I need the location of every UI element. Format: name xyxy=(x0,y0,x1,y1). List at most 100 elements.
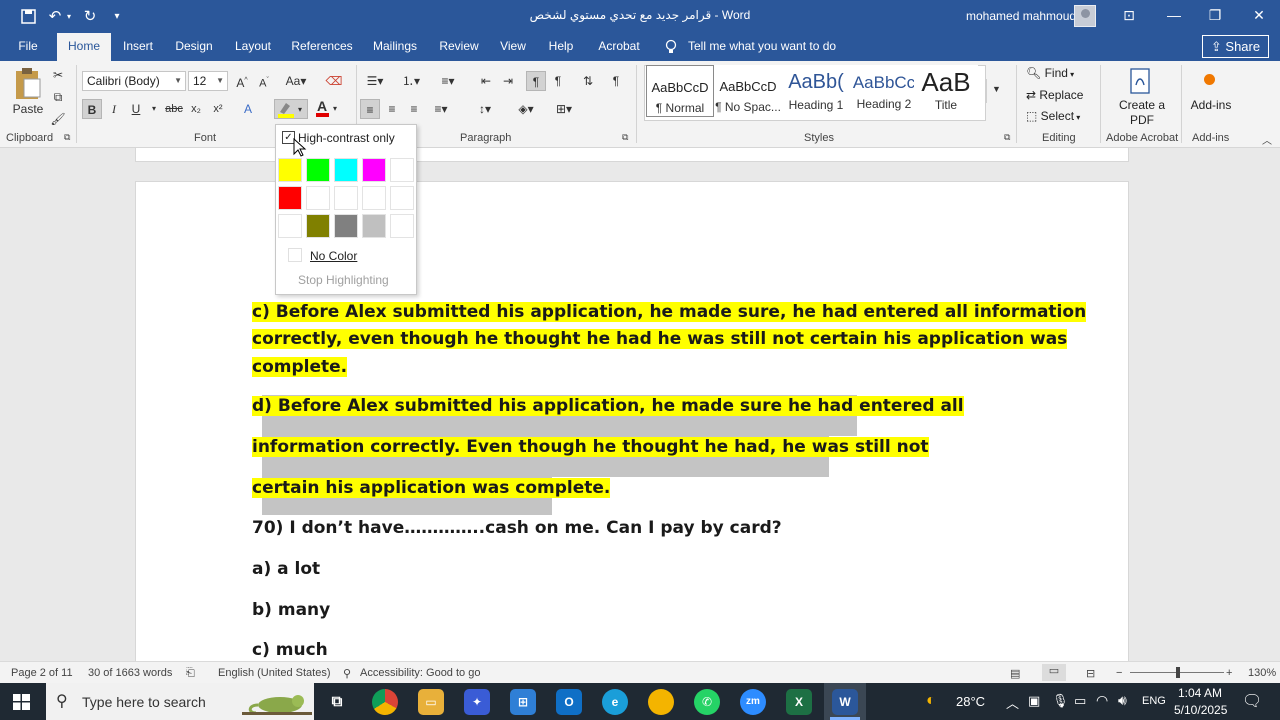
format-painter-icon[interactable]: 🖌 xyxy=(48,109,68,129)
tab-insert[interactable]: Insert xyxy=(118,33,158,61)
style-heading-2[interactable]: AaBbCc Heading 2 xyxy=(850,65,918,117)
replace-button[interactable]: ⇄ Replace xyxy=(1026,88,1083,102)
share-button[interactable]: ⇪ Share xyxy=(1202,35,1269,58)
tab-mailings[interactable]: Mailings xyxy=(366,33,424,61)
justify-icon[interactable]: ≡▾ xyxy=(426,99,456,119)
option-c-line-2[interactable]: correctly, even though he thought he had… xyxy=(252,329,1068,349)
underline-dropdown-icon[interactable]: ▾ xyxy=(144,99,164,119)
input-language[interactable]: ENG xyxy=(1142,695,1166,707)
whatsapp-icon[interactable]: ✆ xyxy=(694,689,720,715)
volume-icon[interactable]: 🔊︎ xyxy=(1118,692,1127,709)
outlook-icon[interactable]: O xyxy=(556,689,582,715)
proofing-icon[interactable]: ⎗ xyxy=(186,667,195,680)
chrome-canary-icon[interactable] xyxy=(648,689,674,715)
highlight-swatch[interactable] xyxy=(306,186,330,210)
read-mode-icon[interactable]: ▤ xyxy=(1010,667,1020,680)
microphone-icon[interactable]: 🎙︎ xyxy=(1052,693,1069,709)
task-view-icon[interactable]: ⧉ xyxy=(324,689,350,715)
file-explorer-icon[interactable]: ▭ xyxy=(418,689,444,715)
numbering-icon[interactable]: ⒈▾ xyxy=(398,71,424,91)
chrome-icon[interactable] xyxy=(372,689,398,715)
language-indicator[interactable]: English (United States) xyxy=(218,667,331,679)
highlight-swatch[interactable] xyxy=(334,214,358,238)
page-count[interactable]: Page 2 of 11 xyxy=(11,667,73,679)
option-d-line-1[interactable]: d) Before Alex submitted his application… xyxy=(252,396,964,416)
windows-start-icon[interactable] xyxy=(13,694,30,713)
paste-icon[interactable] xyxy=(12,67,44,101)
copy-icon[interactable]: ⧉ xyxy=(48,87,68,107)
meet-now-icon[interactable]: ▣ xyxy=(1028,693,1040,709)
minimize-icon[interactable]: — xyxy=(1159,5,1189,25)
text-effects-icon[interactable]: A xyxy=(238,99,258,119)
option-c-line-3[interactable]: complete. xyxy=(252,357,348,377)
tab-acrobat[interactable]: Acrobat xyxy=(594,33,644,61)
style-no-spacing[interactable]: AaBbCcD ¶ No Spac... xyxy=(714,65,782,117)
select-button[interactable]: ⬚ Select ▾ xyxy=(1026,109,1080,123)
wifi-icon[interactable]: ◠ xyxy=(1096,692,1108,709)
clock-time[interactable]: 1:04 AM xyxy=(1178,686,1222,700)
tab-view[interactable]: View xyxy=(495,33,531,61)
right-to-left-icon[interactable]: ¶ xyxy=(548,71,568,91)
document-area[interactable]: c) Before Alex submitted his application… xyxy=(0,148,1280,661)
sort-icon[interactable]: ⇅ xyxy=(578,71,598,91)
tab-review[interactable]: Review xyxy=(434,33,484,61)
avatar[interactable] xyxy=(1074,5,1096,27)
accessibility-status[interactable]: Accessibility: Good to go xyxy=(360,667,480,679)
clipboard-launcher-icon[interactable]: ⧉ xyxy=(64,132,70,143)
taskbar-search-box[interactable]: ⚲ Type here to search xyxy=(46,683,314,720)
add-ins-icon[interactable] xyxy=(1204,74,1215,85)
styles-more-icon[interactable]: ▼ xyxy=(986,79,1006,103)
collapse-ribbon-icon[interactable]: ︿ xyxy=(1262,132,1272,147)
grow-font-icon[interactable]: A^ xyxy=(232,71,252,91)
tab-file[interactable]: File xyxy=(8,33,48,61)
style-title[interactable]: AaB Title xyxy=(914,65,978,117)
tab-layout[interactable]: Layout xyxy=(229,33,277,61)
print-layout-icon[interactable]: ▭ xyxy=(1042,664,1066,681)
change-case-icon[interactable]: Aa▾ xyxy=(282,71,310,91)
strikethrough-icon[interactable]: abc xyxy=(164,99,184,119)
tell-me-search[interactable]: Tell me what you want to do xyxy=(688,33,838,61)
paste-label[interactable]: Paste xyxy=(10,99,46,119)
highlight-swatch[interactable] xyxy=(334,186,358,210)
font-color-icon[interactable]: A ▾ xyxy=(312,98,342,119)
shrink-font-icon[interactable]: Aˇ xyxy=(254,71,274,91)
weather-icon[interactable]: ◐ xyxy=(926,692,936,710)
edge-icon[interactable]: e xyxy=(602,689,628,715)
style-heading-1[interactable]: AaBb( Heading 1 xyxy=(782,65,850,117)
word-count[interactable]: 30 of 1663 words xyxy=(88,667,172,679)
borders-icon[interactable]: ⊞▾ xyxy=(548,99,580,119)
option-c-line-1[interactable]: c) Before Alex submitted his application… xyxy=(252,302,1087,322)
highlight-swatch[interactable] xyxy=(306,158,330,182)
add-ins-label[interactable]: Add-ins xyxy=(1186,98,1236,112)
word-icon[interactable]: W xyxy=(832,689,858,715)
cut-icon[interactable]: ✂ xyxy=(48,65,68,85)
stop-highlighting-option[interactable]: Stop Highlighting xyxy=(298,273,389,287)
show-hidden-icons[interactable]: ︿ xyxy=(1006,693,1019,712)
style-normal[interactable]: AaBbCcD ¶ Normal xyxy=(646,65,714,117)
answer-option-a[interactable]: a) a lot xyxy=(252,559,320,579)
align-center-icon[interactable]: ≡ xyxy=(382,99,402,119)
highlight-swatch[interactable] xyxy=(390,158,414,182)
notifications-icon[interactable]: 🗨︎ xyxy=(1242,691,1262,711)
zoom-slider-thumb[interactable] xyxy=(1176,667,1180,678)
highlight-swatch[interactable] xyxy=(362,186,386,210)
excel-icon[interactable]: X xyxy=(786,689,812,715)
create-pdf-icon[interactable] xyxy=(1128,67,1154,95)
tab-design[interactable]: Design xyxy=(170,33,218,61)
tab-home[interactable]: Home xyxy=(57,33,111,61)
tab-references[interactable]: References xyxy=(289,33,355,61)
close-icon[interactable]: ✕ xyxy=(1244,5,1274,25)
align-left-icon[interactable]: ≡ xyxy=(360,99,380,119)
left-to-right-icon[interactable]: ¶ xyxy=(526,71,546,91)
underline-icon[interactable]: U xyxy=(126,99,146,119)
subscript-icon[interactable]: x₂ xyxy=(186,99,206,119)
high-contrast-label[interactable]: High-contrast only xyxy=(298,131,395,145)
zoom-icon[interactable]: zm xyxy=(740,689,766,715)
question-70[interactable]: 70) I don’t have…………..cash on me. Can I … xyxy=(252,518,782,538)
highlight-swatch[interactable] xyxy=(306,214,330,238)
temperature[interactable]: 28°C xyxy=(956,694,985,709)
find-button[interactable]: 🔍︎ Find ▾ xyxy=(1026,66,1074,80)
web-layout-icon[interactable]: ⊟ xyxy=(1086,667,1095,680)
option-d-line-3[interactable]: certain his application was complete. xyxy=(252,478,611,498)
italic-icon[interactable]: I xyxy=(104,99,124,119)
